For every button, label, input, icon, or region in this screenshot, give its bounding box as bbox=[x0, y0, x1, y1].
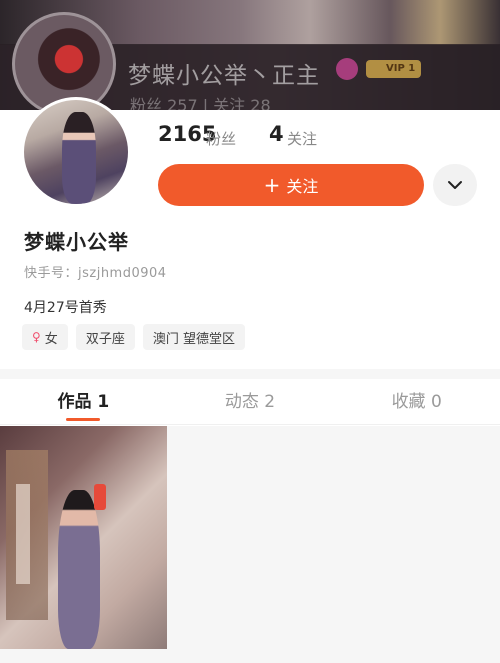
follow-button-label: 关注 bbox=[286, 177, 319, 196]
follow-button[interactable]: + 关注 bbox=[158, 164, 424, 206]
active-tab-indicator bbox=[66, 418, 101, 421]
location-tag[interactable]: 澳门 望德堂区 bbox=[142, 324, 245, 350]
banner-avatar bbox=[12, 12, 116, 110]
plus-icon: + bbox=[263, 173, 281, 197]
work-thumbnail[interactable] bbox=[0, 426, 167, 649]
vip-badge: VIP 1 bbox=[366, 60, 422, 78]
tab-moments[interactable]: 动态 2 bbox=[167, 379, 334, 424]
kuaishou-id[interactable]: 快手号：jszjhmd0904 bbox=[24, 262, 167, 281]
section-divider bbox=[0, 369, 500, 379]
profile-name: 梦蝶小公举 bbox=[24, 230, 129, 254]
zodiac-tag: 双子座 bbox=[75, 324, 135, 350]
tab-favorites[interactable]: 收藏 0 bbox=[333, 379, 500, 424]
tab-moments-label: 动态 2 bbox=[224, 392, 276, 412]
female-icon: ♀ bbox=[32, 330, 41, 344]
profile-tags: ♀ 女 双子座 澳门 望德堂区 bbox=[22, 324, 245, 350]
gender-tag: ♀ 女 bbox=[22, 324, 68, 350]
tab-works[interactable]: 作品 1 bbox=[0, 379, 167, 424]
following-label[interactable]: 关注 bbox=[287, 128, 317, 149]
more-options-button[interactable] bbox=[433, 164, 477, 206]
banner-stats: 粉丝 257 | 关注 28 bbox=[130, 96, 271, 110]
header-banner: 梦蝶小公举丶正主 VIP 1 粉丝 257 | 关注 28 bbox=[0, 0, 500, 110]
content-tabs: 作品 1 动态 2 收藏 0 bbox=[0, 379, 500, 425]
avatar[interactable] bbox=[21, 97, 131, 207]
tab-favorites-label: 收藏 0 bbox=[391, 392, 442, 412]
first-post-date: 4月27号首秀 bbox=[24, 300, 107, 316]
verified-badge-icon bbox=[336, 58, 358, 80]
tab-works-label: 作品 1 bbox=[57, 392, 110, 412]
followers-label[interactable]: 粉丝 bbox=[206, 128, 236, 149]
banner-name: 梦蝶小公举丶正主 bbox=[128, 63, 320, 89]
following-count[interactable]: 4 bbox=[269, 122, 284, 146]
chevron-down-icon bbox=[448, 181, 462, 189]
gender-label: 女 bbox=[44, 331, 58, 347]
